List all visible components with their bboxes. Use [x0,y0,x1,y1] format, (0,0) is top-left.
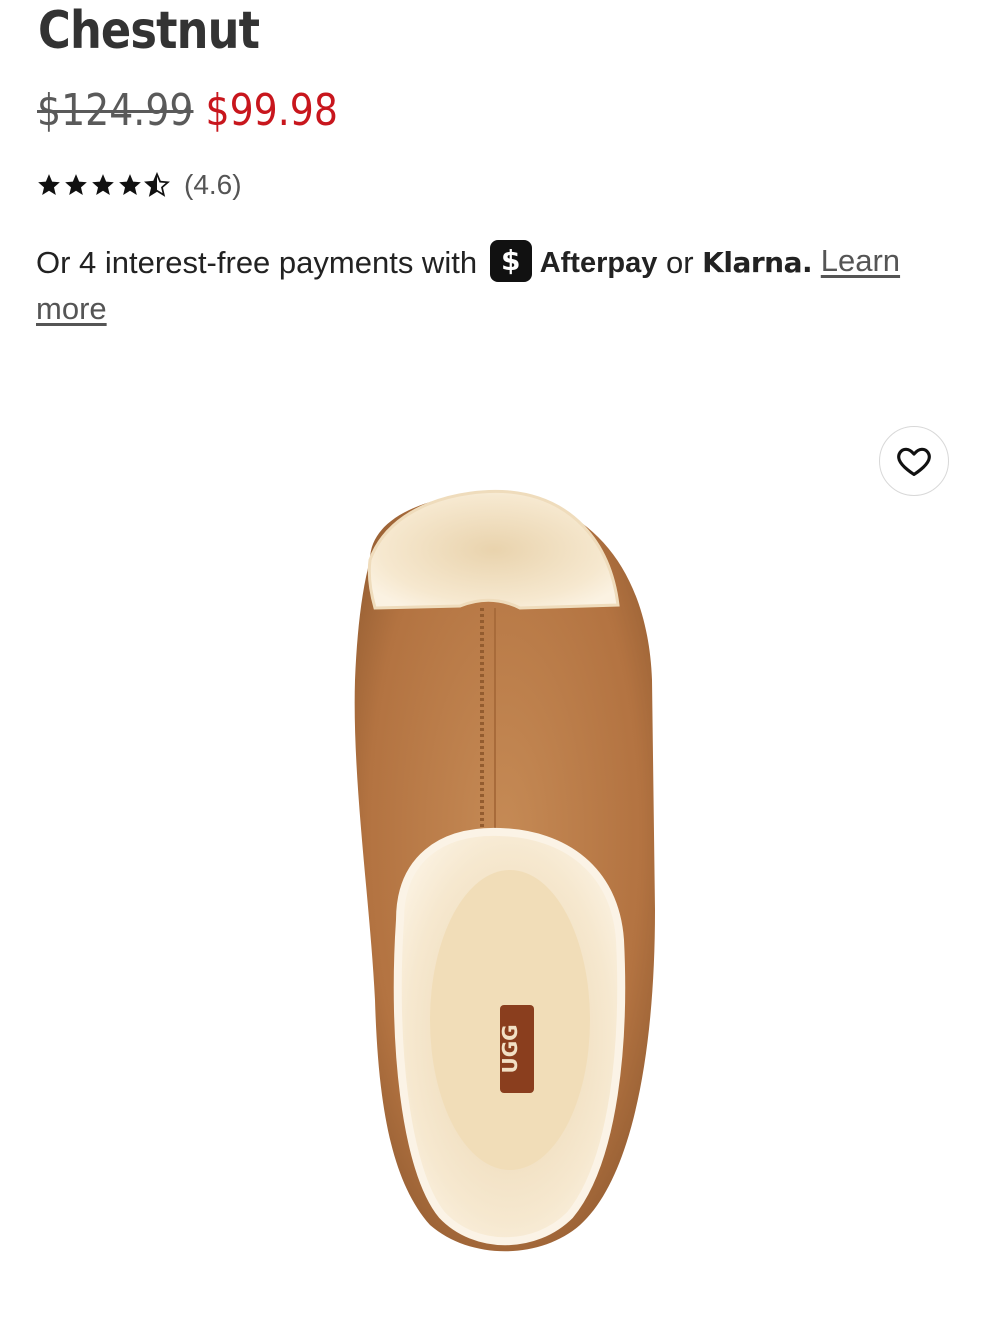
brand-label-text: UGG [498,1024,522,1073]
original-price: $124.99 [37,84,194,136]
sale-price: $99.98 [205,84,338,136]
rating-summary[interactable]: (4.6) [36,165,242,205]
star-icon [38,174,60,195]
installment-payments: Or 4 interest-free payments with $ Afterp… [36,238,936,332]
heart-outline-icon [897,447,931,477]
or-text: or [665,244,694,280]
afterpay-icon: $ [489,239,532,282]
product-image[interactable]: UGG [330,480,670,1260]
rating-stars [36,172,170,198]
favorite-button[interactable] [879,426,949,496]
star-icon [119,174,141,195]
star-half-icon [144,172,170,197]
afterpay-name: Afterpay [539,246,658,279]
installments-text: Or 4 interest-free payments with [36,244,478,280]
star-icon [92,174,114,195]
star-icon [65,174,87,195]
rating-value: (4.6) [184,169,242,200]
product-title: Chestnut [38,1,260,61]
price-row: $124.99 $99.98 [37,80,338,140]
klarna-name: Klarna. [702,245,813,279]
